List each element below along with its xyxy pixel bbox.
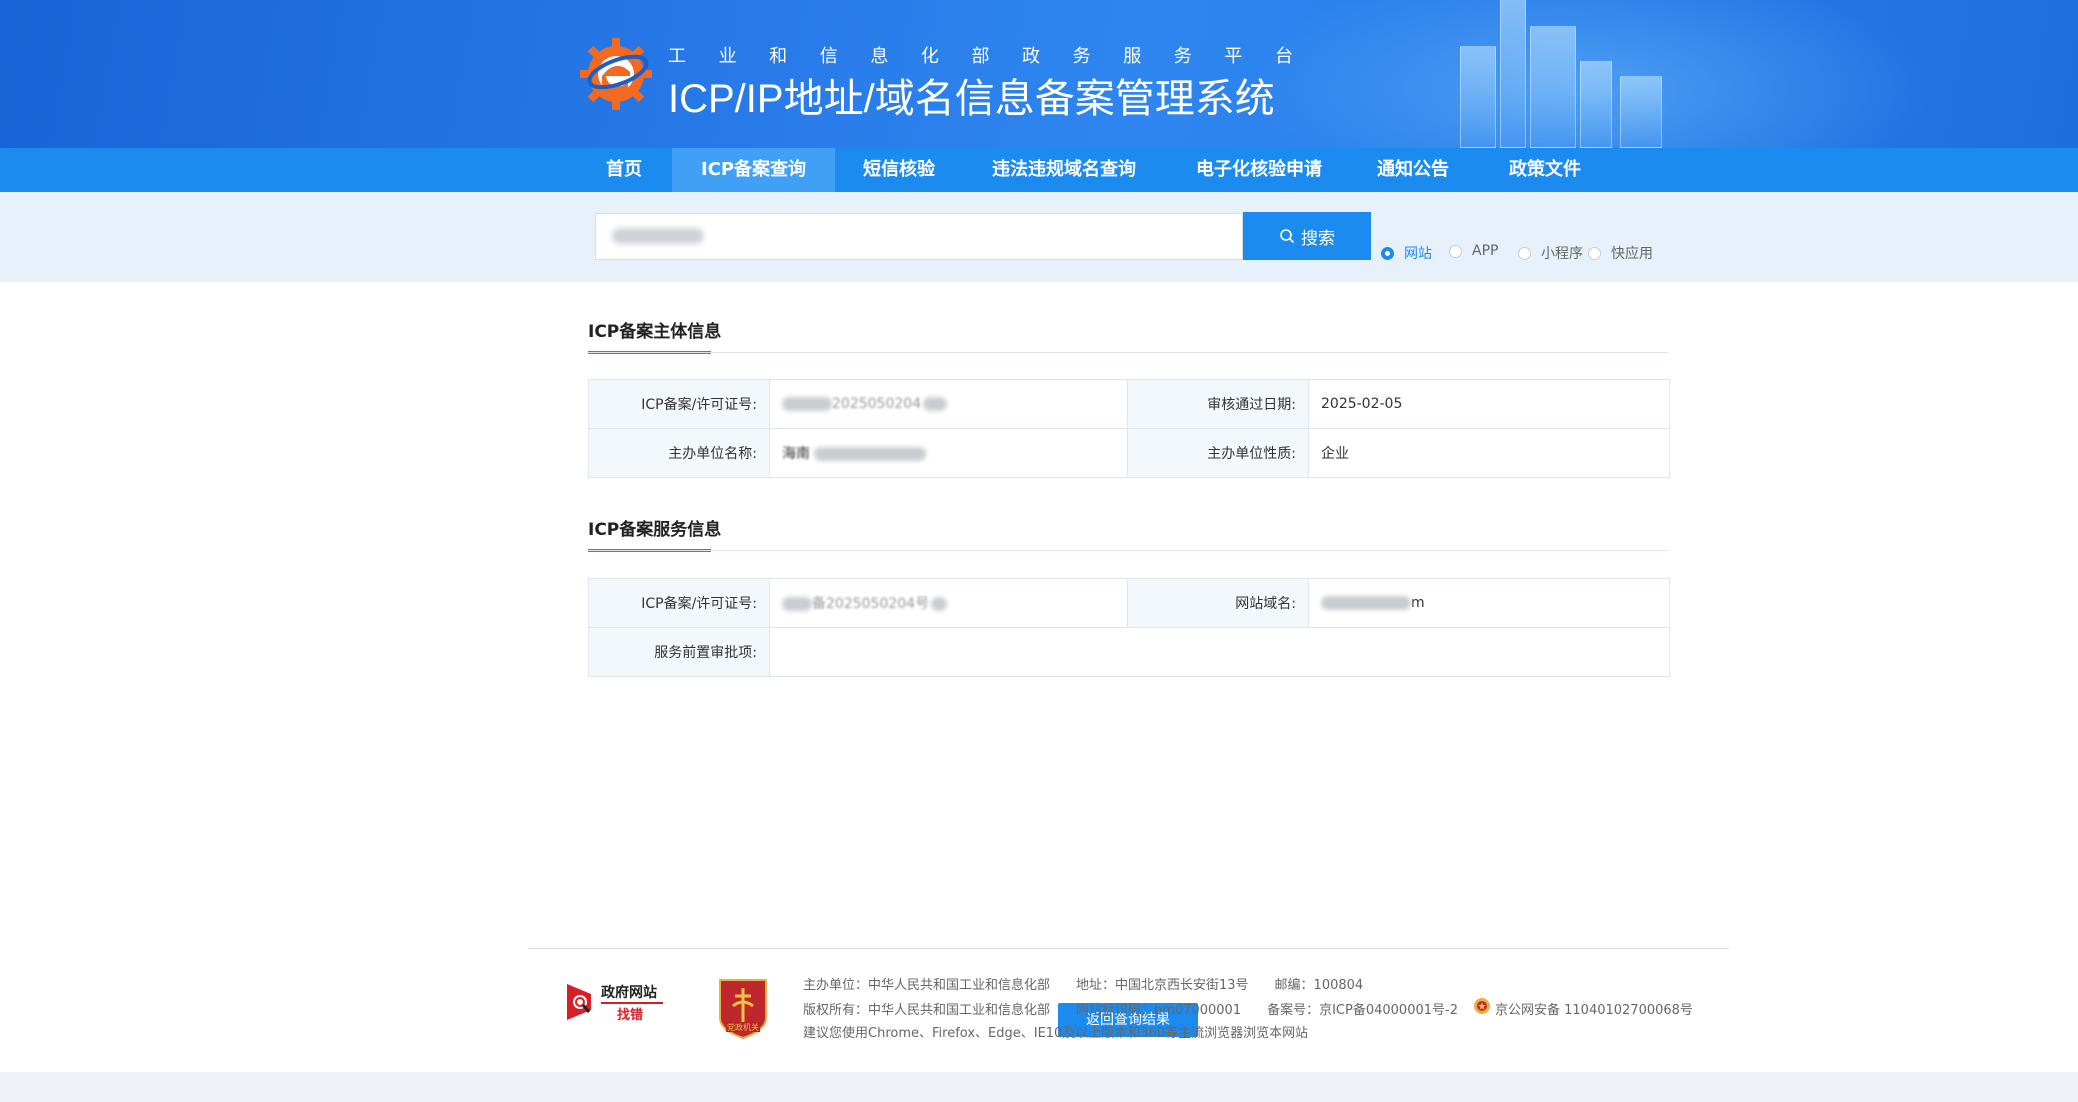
redacted-text <box>931 597 948 611</box>
search-type-app[interactable]: APP <box>1449 243 1498 259</box>
value-org-type: 企业 <box>1308 428 1670 478</box>
label-license: ICP备案/许可证号: <box>588 379 770 429</box>
redacted-text <box>782 397 832 411</box>
table-row: ICP备案/许可证号: 备2025050204号 网站域名: m <box>588 578 1670 628</box>
value-domain: m <box>1308 578 1670 628</box>
header-subtitle: 工 业 和 信 息 化 部 政 务 服 务 平 台 <box>668 42 1293 68</box>
footer-divider <box>528 948 1729 949</box>
subtitle-char: 平 <box>1224 46 1243 67</box>
section-title-text: ICP备案主体信息 <box>588 322 722 342</box>
search-type-website[interactable]: 网站 <box>1381 243 1432 263</box>
subtitle-char: 务 <box>1173 46 1192 67</box>
subtitle-char: 化 <box>920 46 939 67</box>
footer-police-record[interactable]: 京公网安备 11040102700068号 <box>1495 999 1693 1018</box>
label-pre-approval: 服务前置审批项: <box>588 627 770 677</box>
subtitle-char: 业 <box>718 46 737 67</box>
radio-dot-icon <box>1381 246 1394 260</box>
nav-item-e-verify[interactable]: 电子化核验申请 <box>1182 148 1336 192</box>
section-title-service: ICP备案服务信息 <box>588 515 722 552</box>
site-header: 工 业 和 信 息 化 部 政 务 服 务 平 台 ICP/IP地址/域名信息备… <box>0 0 2078 148</box>
party-badge-text: 党政机关 <box>727 1023 759 1032</box>
label-org-name: 主办单位名称: <box>588 428 770 478</box>
value-license: 2025050204 <box>769 379 1128 429</box>
section-divider <box>588 550 1668 551</box>
subject-info-table: ICP备案/许可证号: 2025050204 审核通过日期: 2025-02-0… <box>588 379 1670 478</box>
gov-logo-bottom-text: 找错 <box>617 1008 644 1023</box>
police-badge-icon <box>1474 998 1490 1014</box>
subtitle-char: 部 <box>971 46 990 67</box>
section-title-subject: ICP备案主体信息 <box>588 317 722 354</box>
search-type-quickapp[interactable]: 快应用 <box>1588 243 1653 263</box>
subtitle-char: 务 <box>1072 46 1091 67</box>
section-divider <box>588 352 1668 353</box>
search-type-label: APP <box>1472 243 1499 259</box>
footer-line-2: 版权所有：中华人民共和国工业和信息化部 网站标识码：bm07000001 备案号… <box>803 1003 1458 1018</box>
nav-item-illegal-domain[interactable]: 违法违规域名查询 <box>978 148 1150 192</box>
label-service-license: ICP备案/许可证号: <box>588 578 770 628</box>
nav-item-icp-query[interactable]: ICP备案查询 <box>672 148 835 192</box>
magnifier-icon <box>567 984 591 1020</box>
redacted-text <box>923 397 948 411</box>
search-input-redacted <box>612 228 704 244</box>
nav-item-notice[interactable]: 通知公告 <box>1366 148 1460 192</box>
value-org-name: 海南 <box>769 428 1128 478</box>
value-service-license: 备2025050204号 <box>769 578 1128 628</box>
gov-logo-top-text: 政府网站 <box>601 985 657 1001</box>
building-decoration <box>1530 26 1576 148</box>
table-row: 主办单位名称: 海南 主办单位性质: 企业 <box>588 428 1670 478</box>
party-gov-badge[interactable]: 党政机关 <box>716 978 770 1040</box>
gov-website-error-logo[interactable]: 政府网站 找错 <box>565 980 667 1024</box>
value-service-license-text: 备2025050204号 <box>812 596 930 612</box>
main-content: ICP备案主体信息 ICP备案/许可证号: 2025050204 审核通过日期:… <box>0 282 2078 1072</box>
value-approve-date: 2025-02-05 <box>1308 379 1670 429</box>
value-pre-approval <box>769 627 1670 677</box>
site-title: ICP/IP地址/域名信息备案管理系统 <box>668 77 1275 121</box>
redacted-text <box>1321 596 1411 610</box>
search-button[interactable]: 搜索 <box>1243 212 1371 260</box>
subtitle-char: 和 <box>769 46 788 67</box>
redacted-text <box>782 597 812 611</box>
service-info-table: ICP备案/许可证号: 备2025050204号 网站域名: m 服务前置审批项… <box>588 578 1670 677</box>
site-logo-icon <box>580 38 652 110</box>
value-org-name-text: 海南 <box>782 446 810 462</box>
radio-dot-icon <box>1449 244 1462 258</box>
building-decoration <box>1500 0 1526 148</box>
redacted-text <box>814 447 926 461</box>
section-title-text: ICP备案服务信息 <box>588 520 722 540</box>
subtitle-char: 息 <box>870 46 889 67</box>
nav-item-policy[interactable]: 政策文件 <box>1498 148 1592 192</box>
radio-dot-icon <box>1588 246 1601 260</box>
search-type-label: 网站 <box>1404 246 1432 262</box>
subtitle-char: 台 <box>1274 46 1293 67</box>
value-license-text: 2025050204 <box>832 396 922 412</box>
label-domain: 网站域名: <box>1127 578 1309 628</box>
building-decoration <box>1460 46 1496 148</box>
subtitle-char: 信 <box>819 46 838 67</box>
footer-line-3: 建议您使用Chrome、Firefox、Edge、IE10及以上版本和360等主… <box>803 1026 1309 1041</box>
subtitle-char: 工 <box>668 46 686 67</box>
search-type-miniprogram[interactable]: 小程序 <box>1518 243 1583 263</box>
label-approve-date: 审核通过日期: <box>1127 379 1309 429</box>
table-row: 服务前置审批项: <box>588 627 1670 677</box>
search-icon <box>1280 229 1294 243</box>
subtitle-char: 政 <box>1022 46 1041 67</box>
nav-item-home[interactable]: 首页 <box>592 148 656 192</box>
subtitle-char: 服 <box>1123 46 1142 67</box>
page-bottom-bar <box>0 1072 2078 1102</box>
value-domain-text: m <box>1411 595 1425 611</box>
search-type-label: 快应用 <box>1611 246 1653 262</box>
building-decoration <box>1620 76 1662 148</box>
search-type-label: 小程序 <box>1541 246 1583 262</box>
footer-line-1: 主办单位：中华人民共和国工业和信息化部 地址：中国北京西长安街13号 邮编：10… <box>803 978 1364 993</box>
nav-item-sms-verify[interactable]: 短信核验 <box>852 148 946 192</box>
main-nav: 首页 ICP备案查询 短信核验 违法违规域名查询 电子化核验申请 通知公告 政策… <box>0 148 2078 192</box>
building-decoration <box>1580 61 1612 148</box>
label-org-type: 主办单位性质: <box>1127 428 1309 478</box>
radio-dot-icon <box>1518 246 1531 260</box>
table-row: ICP备案/许可证号: 2025050204 审核通过日期: 2025-02-0… <box>588 379 1670 429</box>
search-button-label: 搜索 <box>1301 228 1335 249</box>
